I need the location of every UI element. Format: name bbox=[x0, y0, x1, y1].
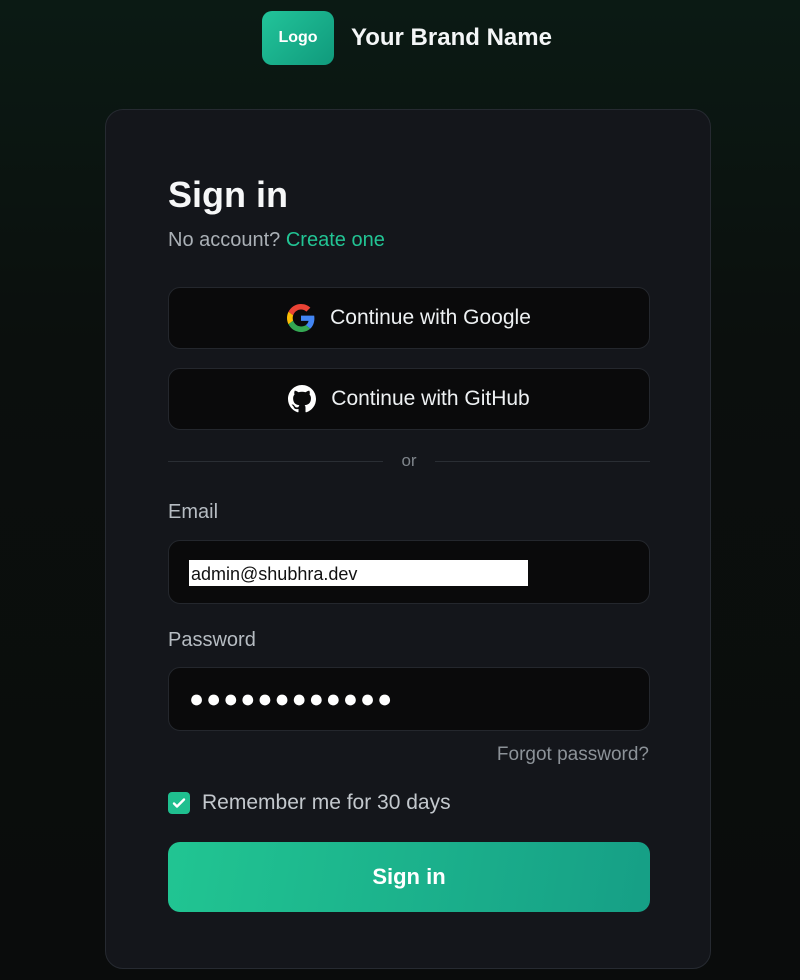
github-signin-button[interactable]: Continue with GitHub bbox=[168, 368, 650, 430]
divider-text: or bbox=[401, 451, 417, 470]
divider-line-left bbox=[168, 460, 384, 462]
remember-me-label: Remember me for 30 days bbox=[202, 791, 451, 814]
sign-in-card: Sign in No account? Create one Continue … bbox=[105, 109, 711, 969]
google-signin-button[interactable]: Continue with Google bbox=[168, 287, 650, 349]
email-field-container[interactable] bbox=[168, 540, 650, 604]
password-field[interactable]: ●●●●●●●●●●●● bbox=[168, 667, 650, 731]
password-mask: ●●●●●●●●●●●● bbox=[189, 685, 395, 713]
email-label: Email bbox=[168, 501, 219, 523]
create-account-link[interactable]: Create one bbox=[286, 229, 385, 251]
brand-name: Your Brand Name bbox=[351, 24, 552, 51]
sign-in-button[interactable]: Sign in bbox=[168, 842, 650, 912]
or-divider: or bbox=[168, 449, 650, 473]
no-account-text: No account? bbox=[168, 229, 281, 251]
divider-line-right bbox=[434, 460, 650, 462]
google-button-label: Continue with Google bbox=[330, 306, 531, 329]
password-label: Password bbox=[168, 629, 256, 651]
remember-me[interactable]: Remember me for 30 days bbox=[168, 791, 451, 815]
page-title: Sign in bbox=[168, 174, 288, 215]
email-field[interactable] bbox=[189, 560, 528, 586]
github-button-label: Continue with GitHub bbox=[331, 387, 530, 410]
github-icon bbox=[288, 385, 317, 413]
google-icon bbox=[287, 304, 315, 332]
check-icon bbox=[172, 798, 186, 808]
forgot-password-link[interactable]: Forgot password? bbox=[497, 744, 649, 766]
brand-header: Logo Your Brand Name bbox=[262, 11, 552, 65]
signup-prompt: No account? Create one bbox=[168, 228, 385, 252]
remember-me-checkbox[interactable] bbox=[168, 792, 190, 814]
logo[interactable]: Logo bbox=[262, 11, 334, 65]
logo-text: Logo bbox=[278, 29, 318, 46]
